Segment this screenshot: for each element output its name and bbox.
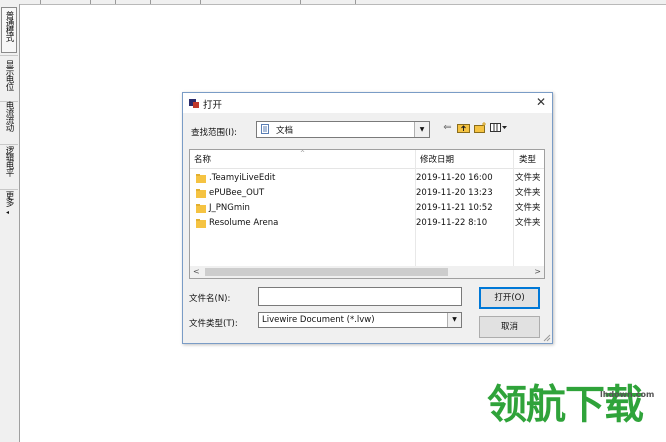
chevron-down-icon: ▼ xyxy=(447,313,461,327)
look-in-dropdown[interactable]: 文档 ▼ xyxy=(256,121,430,138)
list-item[interactable]: .TeamyiLiveEdit 2019-11-20 16:00 文件夹 xyxy=(190,171,544,186)
tab-label: 显示电位 xyxy=(4,60,14,90)
toolbar-divider xyxy=(90,0,91,4)
close-icon[interactable]: ✕ xyxy=(536,96,546,108)
view-menu-icon[interactable] xyxy=(489,120,509,136)
tab-logic-level[interactable]: 逻辑电平 xyxy=(1,142,17,188)
folder-icon xyxy=(196,174,206,183)
watermark-url: lhdown.com xyxy=(600,390,655,399)
file-type: 文件夹 xyxy=(515,173,541,183)
app-icon xyxy=(189,99,199,108)
file-type: 文件夹 xyxy=(515,203,541,213)
look-in-value: 文档 xyxy=(276,126,294,136)
up-folder-icon[interactable] xyxy=(456,120,471,136)
toolbar-divider xyxy=(200,0,201,4)
file-name: J_PNGmin xyxy=(209,203,250,213)
dialog-titlebar[interactable]: 打开 ✕ xyxy=(183,93,552,113)
top-toolbar-strip xyxy=(0,0,666,5)
scrollbar-thumb[interactable] xyxy=(205,268,448,276)
list-item[interactable]: J_PNGmin 2019-11-21 10:52 文件夹 xyxy=(190,201,544,216)
scroll-left-icon[interactable]: < xyxy=(193,266,200,278)
resize-grip-icon[interactable] xyxy=(543,334,551,342)
tab-current-flow[interactable]: 电流流动 xyxy=(1,97,17,143)
column-header-modified[interactable]: 修改日期 xyxy=(416,150,515,168)
list-item[interactable]: ePUBee_OUT 2019-11-20 13:23 文件夹 xyxy=(190,186,544,201)
tab-label: 逻辑电平 xyxy=(4,146,14,176)
chevron-left-icon: ◂ xyxy=(6,209,10,216)
file-type-dropdown[interactable]: Livewire Document (*.lvw) ▼ xyxy=(258,312,462,328)
tab-show-potential[interactable]: 显示电位 xyxy=(1,56,17,100)
tab-label: 普通模式 xyxy=(4,11,14,41)
toolbar-divider xyxy=(115,0,116,4)
file-name: ePUBee_OUT xyxy=(209,188,265,198)
file-list[interactable]: ^ 名称 修改日期 类型 .TeamyiLiveEdit 2019-11-20 … xyxy=(189,149,545,279)
look-in-label: 查找范围(I): xyxy=(191,128,238,138)
horizontal-scrollbar[interactable]: < > xyxy=(190,266,544,278)
back-arrow-icon[interactable]: ⇐ xyxy=(440,120,455,136)
tab-label: 电流流动 xyxy=(4,101,14,131)
cancel-button[interactable]: 取消 xyxy=(479,316,540,338)
folder-icon xyxy=(196,219,206,228)
file-name: Resolume Arena xyxy=(209,218,279,228)
open-file-dialog: 打开 ✕ 查找范围(I): 文档 ▼ ⇐ ^ 名称 修改日期 类型 .Teamy… xyxy=(182,92,553,344)
tab-normal-mode[interactable]: 普通模式 xyxy=(1,7,17,53)
file-type: 文件夹 xyxy=(515,188,541,198)
dialog-title: 打开 xyxy=(203,100,223,111)
tab-label: 更多 xyxy=(4,191,14,206)
scroll-right-icon[interactable]: > xyxy=(534,266,541,278)
open-button[interactable]: 打开(O) xyxy=(479,287,540,309)
folder-icon xyxy=(196,189,206,198)
file-modified: 2019-11-20 13:23 xyxy=(416,188,493,198)
file-type-label: 文件类型(T): xyxy=(189,319,238,329)
new-folder-icon[interactable] xyxy=(473,120,488,136)
list-item[interactable]: Resolume Arena 2019-11-22 8:10 文件夹 xyxy=(190,216,544,231)
file-name: .TeamyiLiveEdit xyxy=(209,173,276,183)
left-mode-toolbar: 普通模式 显示电位 电流流动 逻辑电平 更多 ◂ xyxy=(0,4,20,442)
folder-icon xyxy=(196,204,206,213)
file-list-header: ^ 名称 修改日期 类型 xyxy=(190,150,544,169)
file-name-input[interactable] xyxy=(258,287,462,306)
document-icon xyxy=(261,124,269,134)
toolbar-divider xyxy=(355,0,356,4)
file-modified: 2019-11-21 10:52 xyxy=(416,203,493,213)
toolbar-divider xyxy=(300,0,301,4)
toolbar-divider xyxy=(40,0,41,4)
file-name-label: 文件名(N): xyxy=(189,294,231,304)
column-header-type[interactable]: 类型 xyxy=(515,150,544,168)
toolbar-divider xyxy=(150,0,151,4)
chevron-down-icon: ▼ xyxy=(414,122,429,137)
file-modified: 2019-11-22 8:10 xyxy=(416,218,488,228)
file-type: 文件夹 xyxy=(515,218,541,228)
file-type-value: Livewire Document (*.lvw) xyxy=(262,315,375,325)
column-header-name[interactable]: 名称 xyxy=(190,150,416,168)
file-modified: 2019-11-20 16:00 xyxy=(416,173,493,183)
